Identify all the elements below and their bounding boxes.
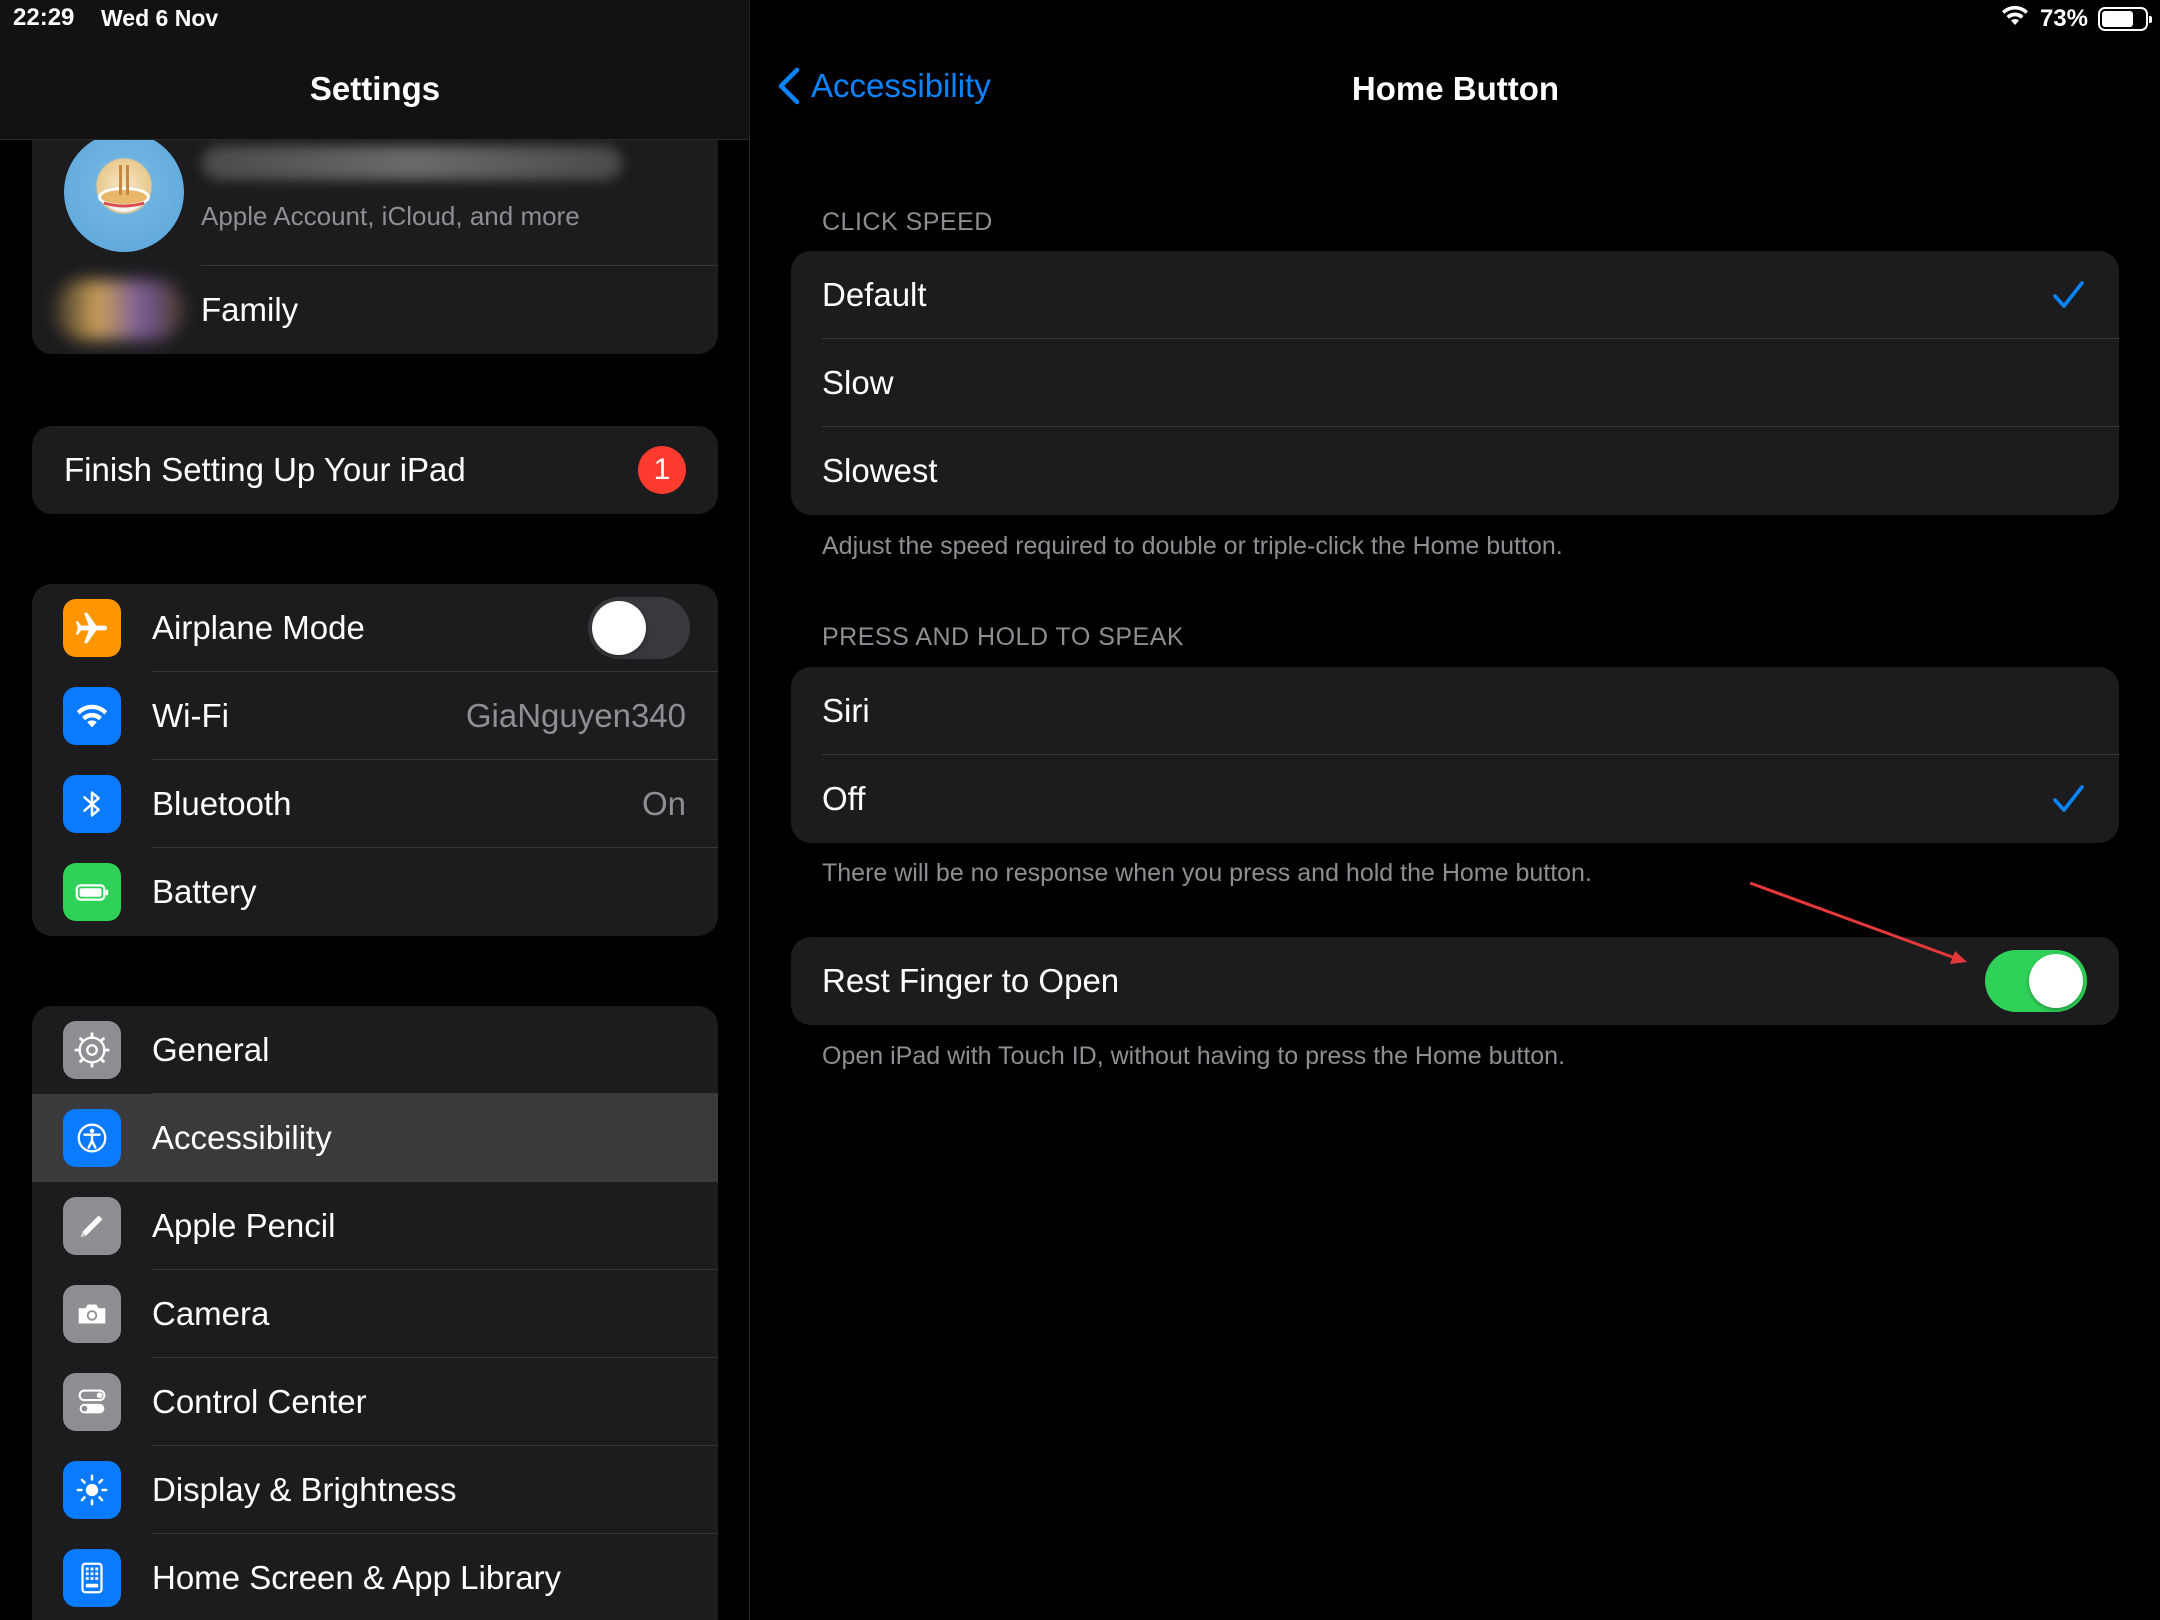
status-date: Wed 6 Nov <box>101 5 219 31</box>
press-hold-group: Siri Off <box>791 667 2119 843</box>
sidebar-item-control-center[interactable]: Control Center <box>32 1358 718 1446</box>
status-time: 22:29 <box>13 4 75 31</box>
sidebar-item-airplane-mode[interactable]: Airplane Mode <box>32 584 718 672</box>
pencil-icon <box>63 1197 121 1255</box>
accessibility-icon <box>63 1109 121 1167</box>
battery-icon <box>2098 6 2152 31</box>
page-title: Home Button <box>1351 70 1560 107</box>
wifi-network-value: GiaNguyen340 <box>465 697 686 734</box>
wifi-icon <box>2000 3 2030 34</box>
wifi-icon <box>63 687 121 745</box>
press-hold-footer: There will be no response when you press… <box>822 859 1592 887</box>
airplane-mode-label: Airplane Mode <box>152 609 365 646</box>
option-label: Slow <box>822 364 894 401</box>
airplane-icon <box>63 599 121 657</box>
home-screen-label: Home Screen & App Library <box>152 1559 562 1596</box>
bluetooth-status-value: On <box>641 785 686 822</box>
general-group: General Accessibility Apple Pencil Camer… <box>32 1006 718 1620</box>
sidebar-item-accessibility[interactable]: Accessibility <box>32 1094 718 1182</box>
option-label: Off <box>822 780 866 817</box>
sidebar-item-battery[interactable]: Battery <box>32 848 718 936</box>
family-row[interactable]: Family <box>32 266 718 354</box>
rest-finger-group: Rest Finger to Open <box>791 937 2119 1025</box>
sidebar-item-wifi[interactable]: Wi-Fi GiaNguyen340 <box>32 672 718 760</box>
click-speed-option-slowest[interactable]: Slowest <box>791 427 2119 515</box>
finish-setup-label: Finish Setting Up Your iPad <box>64 451 466 488</box>
settings-sidebar: Settings Apple Account, iCloud, and more… <box>0 0 750 1620</box>
rest-finger-label: Rest Finger to Open <box>822 962 1120 999</box>
press-hold-header: PRESS AND HOLD TO SPEAK <box>822 623 1185 651</box>
apple-pencil-label: Apple Pencil <box>152 1207 336 1244</box>
account-name-blurred <box>202 146 622 180</box>
click-speed-option-default[interactable]: Default <box>791 251 2119 339</box>
sidebar-item-general[interactable]: General <box>32 1006 718 1094</box>
camera-icon <box>63 1285 121 1343</box>
click-speed-group: Default Slow Slowest <box>791 251 2119 515</box>
accessibility-label: Accessibility <box>152 1119 332 1156</box>
click-speed-header: CLICK SPEED <box>822 208 993 236</box>
battery-label: Battery <box>152 873 257 910</box>
family-label: Family <box>201 291 299 328</box>
bluetooth-label: Bluetooth <box>152 785 292 822</box>
checkmark-icon <box>2053 281 2084 308</box>
rest-finger-toggle[interactable] <box>1985 950 2087 1012</box>
airplane-mode-toggle[interactable] <box>588 597 690 659</box>
gear-icon <box>63 1021 121 1079</box>
rest-finger-row[interactable]: Rest Finger to Open <box>791 937 2119 1025</box>
option-label: Slowest <box>822 452 938 489</box>
sidebar-title: Settings <box>309 70 441 107</box>
account-subtitle: Apple Account, iCloud, and more <box>201 201 580 231</box>
display-brightness-label: Display & Brightness <box>152 1471 457 1508</box>
control-center-label: Control Center <box>152 1383 367 1420</box>
camera-label: Camera <box>152 1295 270 1332</box>
sidebar-item-bluetooth[interactable]: Bluetooth On <box>32 760 718 848</box>
notification-badge: 1 <box>638 446 686 494</box>
click-speed-option-slow[interactable]: Slow <box>791 339 2119 427</box>
sidebar-item-camera[interactable]: Camera <box>32 1270 718 1358</box>
checkmark-icon <box>2053 785 2084 812</box>
home-screen-icon <box>63 1549 121 1607</box>
general-label: General <box>152 1031 270 1068</box>
avatar <box>64 132 184 252</box>
battery-icon <box>63 863 121 921</box>
finish-setup-row[interactable]: Finish Setting Up Your iPad 1 <box>32 426 718 514</box>
sidebar-item-apple-pencil[interactable]: Apple Pencil <box>32 1182 718 1270</box>
option-label: Default <box>822 276 927 313</box>
wifi-label: Wi-Fi <box>152 697 229 734</box>
connectivity-group: Airplane Mode Wi-Fi GiaNguyen340 Bluetoo… <box>32 584 718 936</box>
press-hold-option-off[interactable]: Off <box>791 755 2119 843</box>
sun-icon <box>63 1461 121 1519</box>
rest-finger-footer: Open iPad with Touch ID, without having … <box>822 1042 1566 1070</box>
noodle-bowl-icon <box>98 165 150 212</box>
sidebar-item-display-brightness[interactable]: Display & Brightness <box>32 1446 718 1534</box>
finish-setup-group: Finish Setting Up Your iPad 1 <box>32 426 718 514</box>
control-center-icon <box>63 1373 121 1431</box>
status-indicators: 73% <box>2000 3 2152 34</box>
click-speed-footer: Adjust the speed required to double or t… <box>822 532 1563 560</box>
sidebar-item-home-screen[interactable]: Home Screen & App Library <box>32 1534 718 1620</box>
press-hold-option-siri[interactable]: Siri <box>791 667 2119 755</box>
option-label: Siri <box>822 692 870 729</box>
family-avatars-blurred <box>54 280 184 340</box>
bluetooth-icon <box>63 775 121 833</box>
home-button-detail: Accessibility Home Button CLICK SPEED De… <box>751 0 2160 1620</box>
battery-percent: 73% <box>2039 4 2088 32</box>
